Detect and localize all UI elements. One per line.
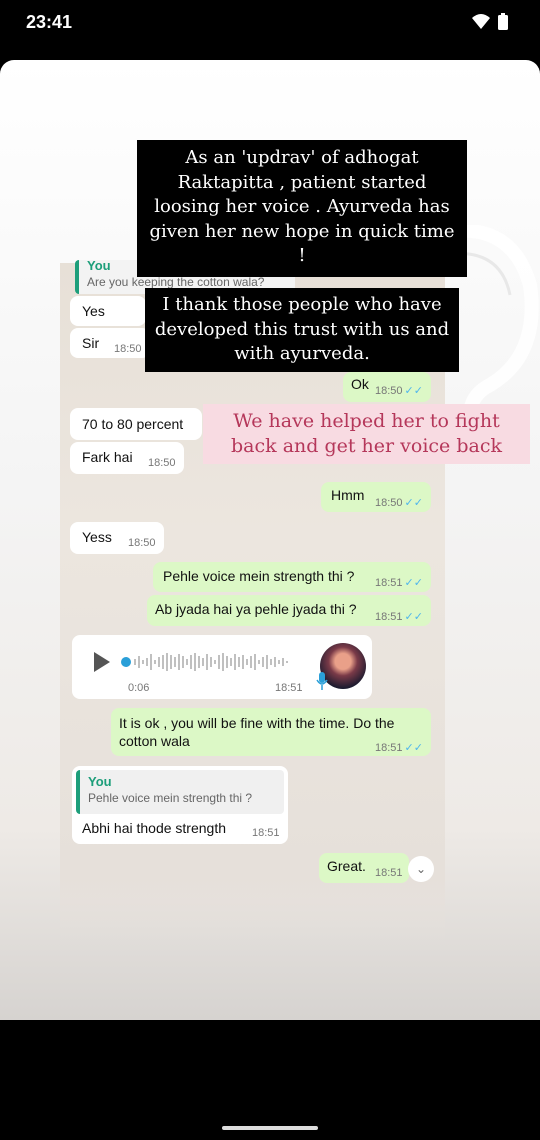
message-text: 70 to 80 percent	[82, 416, 184, 432]
voice-duration: 0:06	[128, 682, 150, 694]
message-outgoing: Hmm 18:50 ✓✓	[321, 482, 431, 512]
navigation-bar	[0, 1020, 540, 1140]
status-time: 23:41	[26, 12, 73, 32]
double-check-icon: ✓✓	[404, 577, 423, 589]
message-time: 18:50	[114, 343, 142, 355]
quote-author: You	[88, 774, 112, 789]
message-time: 18:50	[128, 537, 156, 549]
message-text: Yess	[82, 529, 112, 545]
message-time: 18:51	[275, 682, 303, 694]
message-text: Hmm	[331, 487, 365, 503]
message-outgoing: Pehle voice mein strength thi ? 18:51 ✓✓	[153, 562, 431, 592]
overlay-caption-top: As an 'updrav' of adhogat Raktapitta , p…	[137, 140, 467, 277]
message-time: 18:50	[375, 497, 403, 509]
message-incoming: Yes	[70, 296, 146, 326]
voice-message[interactable]: 0:06 18:51	[72, 635, 372, 699]
message-text: It is ok , you will be fine with the tim…	[119, 715, 395, 749]
story-card: You Are you keeping the cotton wala? Yes…	[0, 60, 540, 1020]
overlay-caption-middle: I thank those people who have developed …	[145, 288, 459, 372]
mic-icon	[316, 672, 328, 690]
message-text: Yes	[82, 303, 105, 319]
message-incoming: Yess 18:50	[70, 522, 164, 554]
wifi-icon	[472, 14, 490, 29]
message-time: 18:51	[375, 577, 403, 589]
overlay-caption-pink: We have helped her to fight back and get…	[203, 404, 530, 464]
message-incoming-reply: You Pehle voice mein strength thi ? Abhi…	[72, 766, 288, 844]
waveform[interactable]	[120, 651, 305, 673]
home-indicator[interactable]	[222, 1126, 318, 1130]
scroll-down-icon[interactable]: ⌄	[408, 856, 434, 882]
message-incoming: Sir 18:50	[70, 328, 150, 358]
message-text: Great.	[327, 858, 366, 874]
play-icon[interactable]	[92, 651, 112, 673]
double-check-icon: ✓✓	[404, 742, 423, 754]
status-icons	[470, 12, 514, 37]
message-outgoing: Great. 18:51	[319, 853, 409, 883]
battery-icon	[498, 13, 508, 30]
message-text: Ok	[351, 376, 369, 392]
message-time: 18:51	[375, 742, 403, 754]
message-outgoing: Ab jyada hai ya pehle jyada thi ? 18:51 ✓…	[147, 595, 431, 626]
message-time: 18:51	[375, 867, 403, 879]
message-outgoing: Ok 18:50 ✓✓	[343, 372, 431, 402]
message-incoming: 70 to 80 percent	[70, 408, 202, 440]
reply-quote[interactable]: You Pehle voice mein strength thi ?	[76, 770, 284, 814]
message-time: 18:51	[252, 827, 280, 839]
message-text: Pehle voice mein strength thi ?	[163, 568, 355, 584]
quote-text: Pehle voice mein strength thi ?	[88, 791, 253, 805]
message-time: 18:50	[375, 385, 403, 397]
message-text: Abhi hai thode strength	[82, 820, 226, 836]
message-text: Sir	[82, 335, 100, 351]
message-text: Fark hai	[82, 449, 133, 465]
status-bar: 23:41	[0, 0, 540, 44]
quote-text: Are you keeping the cotton wala?	[87, 275, 265, 289]
double-check-icon: ✓✓	[404, 611, 423, 623]
double-check-icon: ✓✓	[404, 497, 423, 509]
message-text: Ab jyada hai ya pehle jyada thi ?	[155, 601, 357, 617]
message-time: 18:51	[375, 611, 403, 623]
message-time: 18:50	[148, 457, 176, 469]
double-check-icon: ✓✓	[404, 385, 423, 397]
message-outgoing: It is ok , you will be fine with the tim…	[111, 708, 431, 756]
message-incoming: Fark hai 18:50	[70, 442, 184, 474]
